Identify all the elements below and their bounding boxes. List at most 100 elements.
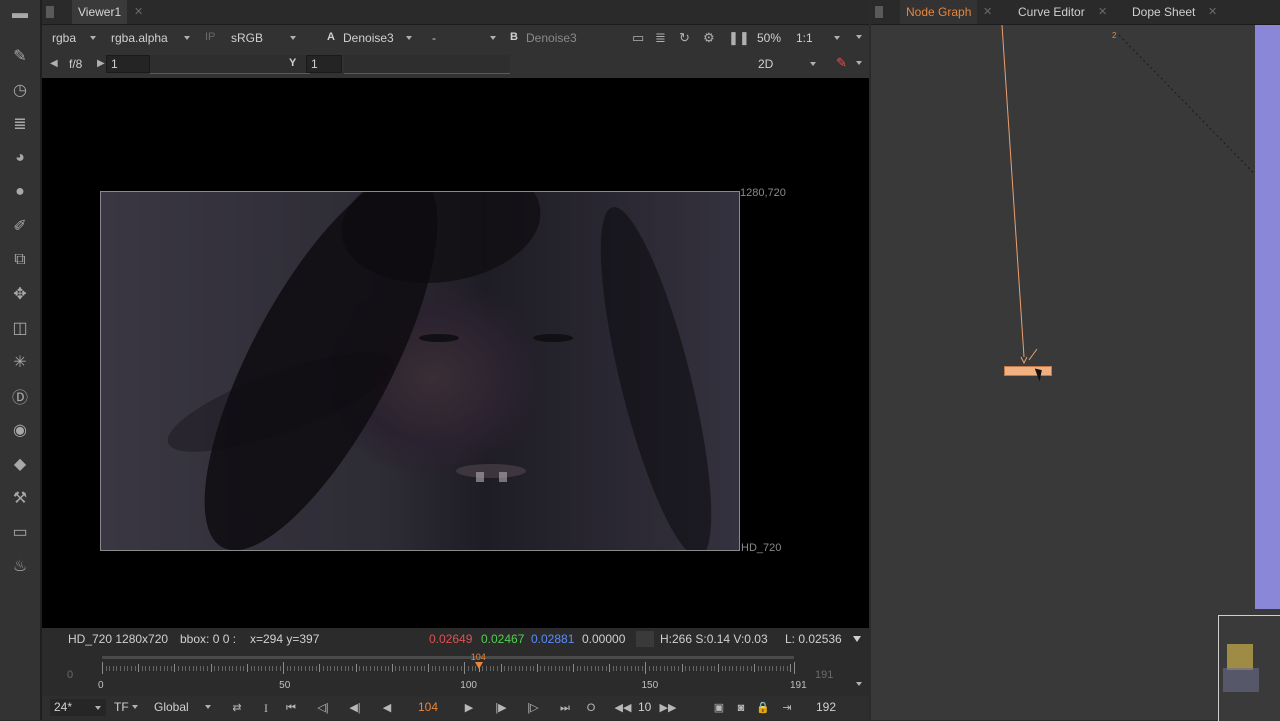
- viewer-image[interactable]: [100, 191, 740, 551]
- list-icon[interactable]: ≣: [655, 30, 666, 46]
- next-keyframe-icon[interactable]: |▷: [524, 700, 542, 716]
- set-in-point-button[interactable]: I: [257, 700, 275, 716]
- tab-curve-editor[interactable]: Curve Editor: [1012, 0, 1091, 24]
- timeline-tick: [794, 662, 795, 674]
- alpha-channel-dropdown[interactable]: rgba.alpha: [111, 31, 168, 45]
- refresh-icon[interactable]: ↻: [679, 30, 690, 46]
- tab-dope-sheet[interactable]: Dope Sheet: [1126, 0, 1201, 24]
- gamma-slider[interactable]: [344, 55, 510, 74]
- timeline-menu-icon[interactable]: [856, 682, 862, 686]
- gain-slider[interactable]: [150, 55, 310, 74]
- close-icon[interactable]: ✕: [983, 0, 992, 24]
- lock-icon[interactable]: 🔒: [754, 700, 772, 716]
- skip-forward-icon[interactable]: ▶▶: [659, 700, 677, 716]
- pane-grip-icon[interactable]: [875, 6, 883, 18]
- cube-icon[interactable]: ◫: [8, 316, 32, 340]
- timeline-tick: [388, 666, 390, 671]
- timeline-tick: [504, 666, 506, 671]
- tab-node-graph[interactable]: Node Graph: [900, 0, 978, 24]
- go-to-end-icon[interactable]: ⏭: [556, 700, 574, 716]
- panel-menu-icon[interactable]: [856, 61, 862, 65]
- node-graph-minimap[interactable]: [1218, 615, 1280, 721]
- timeline-tick: [225, 666, 227, 671]
- proxy-ratio-dropdown[interactable]: 1:1: [796, 31, 813, 45]
- timeline-tick: [623, 666, 625, 671]
- particles-icon[interactable]: ✳: [8, 350, 32, 374]
- pane-grip-icon[interactable]: [46, 6, 54, 18]
- tags-icon[interactable]: ◆: [8, 452, 32, 476]
- step-forward-icon[interactable]: |▶: [492, 700, 510, 716]
- color-wheel-icon[interactable]: ◕: [8, 146, 32, 170]
- current-frame-field[interactable]: 104: [418, 700, 438, 714]
- gain-input[interactable]: 1: [106, 55, 150, 73]
- denoise-node[interactable]: [1004, 366, 1052, 376]
- increment-field[interactable]: 10: [638, 700, 651, 714]
- paint-brush-icon[interactable]: ✎: [8, 44, 32, 68]
- chevron-down-icon: [205, 705, 211, 709]
- arrow-right-icon[interactable]: ▶: [97, 56, 105, 72]
- pause-icon[interactable]: ❚❚: [728, 30, 750, 46]
- timeline-tick: [732, 666, 734, 671]
- arrow-left-icon[interactable]: ◀: [50, 56, 58, 72]
- step-back-icon[interactable]: ◀|: [346, 700, 364, 716]
- gamma-input[interactable]: 1: [306, 55, 342, 73]
- backdrop-node[interactable]: [1255, 25, 1280, 609]
- skip-back-icon[interactable]: ◀◀: [614, 700, 632, 716]
- view-mode-dropdown[interactable]: 2D: [758, 57, 773, 71]
- close-icon[interactable]: ✕: [134, 0, 143, 24]
- timeline-tick: [772, 666, 774, 671]
- paint-icon[interactable]: ✎: [836, 55, 847, 71]
- layers-icon[interactable]: ⧉: [8, 248, 32, 272]
- set-out-point-button[interactable]: O: [582, 700, 600, 716]
- a-input-dropdown[interactable]: Denoise3: [343, 31, 394, 45]
- loop-icon[interactable]: ⇄: [228, 700, 246, 716]
- eye-icon[interactable]: ◉: [8, 418, 32, 442]
- timecode-dropdown[interactable]: TF: [114, 700, 129, 714]
- clock-icon[interactable]: ◷: [8, 78, 32, 102]
- d-icon[interactable]: Ⓓ: [8, 384, 32, 408]
- viewer-canvas[interactable]: 1280,720 HD_720: [42, 78, 869, 628]
- node-graph-canvas[interactable]: 2: [871, 25, 1280, 721]
- timeline[interactable]: 0 191 0 50 100 150 191 104: [42, 650, 869, 696]
- record-icon[interactable]: ◙: [732, 700, 750, 716]
- drawer-icon[interactable]: ▭: [8, 520, 32, 544]
- b-input-dropdown[interactable]: Denoise3: [526, 31, 577, 45]
- compare-operation-dropdown[interactable]: -: [432, 31, 436, 45]
- grip-icon[interactable]: ▬: [8, 2, 32, 26]
- close-icon[interactable]: ✕: [1208, 0, 1217, 24]
- previous-keyframe-icon[interactable]: ◁|: [314, 700, 332, 716]
- tab-viewer1[interactable]: Viewer1: [72, 0, 128, 24]
- info-menu-icon[interactable]: [853, 636, 861, 642]
- zoom-level-dropdown[interactable]: 50%: [757, 31, 781, 45]
- roi-icon[interactable]: ▭: [632, 30, 644, 46]
- timeline-ruler[interactable]: 0 50 100 150 191 104: [98, 652, 807, 694]
- channel-bars-icon[interactable]: ≣: [8, 112, 32, 136]
- timeline-tick: [409, 666, 411, 671]
- chevron-down-icon: [810, 62, 816, 66]
- viewer-tab-bar: Viewer1 ✕: [42, 0, 869, 25]
- go-to-start-icon[interactable]: ⏮: [282, 700, 300, 716]
- brush-tool-icon[interactable]: ✐: [8, 214, 32, 238]
- move-icon[interactable]: ✥: [8, 282, 32, 306]
- wrench-icon[interactable]: ⚒: [8, 486, 32, 510]
- timeline-tick: [605, 666, 607, 671]
- colorspace-dropdown[interactable]: sRGB: [231, 31, 263, 45]
- fire-icon[interactable]: ♨: [8, 554, 32, 578]
- input-process-toggle[interactable]: IP: [205, 31, 215, 43]
- channels-dropdown[interactable]: rgba: [52, 31, 76, 45]
- scope-dropdown[interactable]: Global: [154, 700, 189, 714]
- timeline-tick: [272, 666, 274, 671]
- timeline-tick: [178, 666, 180, 671]
- close-icon[interactable]: ✕: [1098, 0, 1107, 24]
- timeline-tick: [594, 666, 596, 671]
- settings-icon[interactable]: ⚙: [703, 30, 715, 46]
- out-frame: 191: [815, 669, 834, 681]
- flipbook-icon[interactable]: ▣: [710, 700, 728, 716]
- bounds-icon[interactable]: ⇥: [778, 700, 796, 716]
- play-backward-icon[interactable]: ◀: [378, 700, 396, 716]
- sphere-icon[interactable]: ●: [8, 180, 32, 204]
- end-frame-field[interactable]: 192: [816, 700, 836, 714]
- timeline-tick: [634, 666, 636, 671]
- play-forward-icon[interactable]: ▶: [460, 700, 478, 716]
- panel-menu-icon[interactable]: [856, 35, 862, 39]
